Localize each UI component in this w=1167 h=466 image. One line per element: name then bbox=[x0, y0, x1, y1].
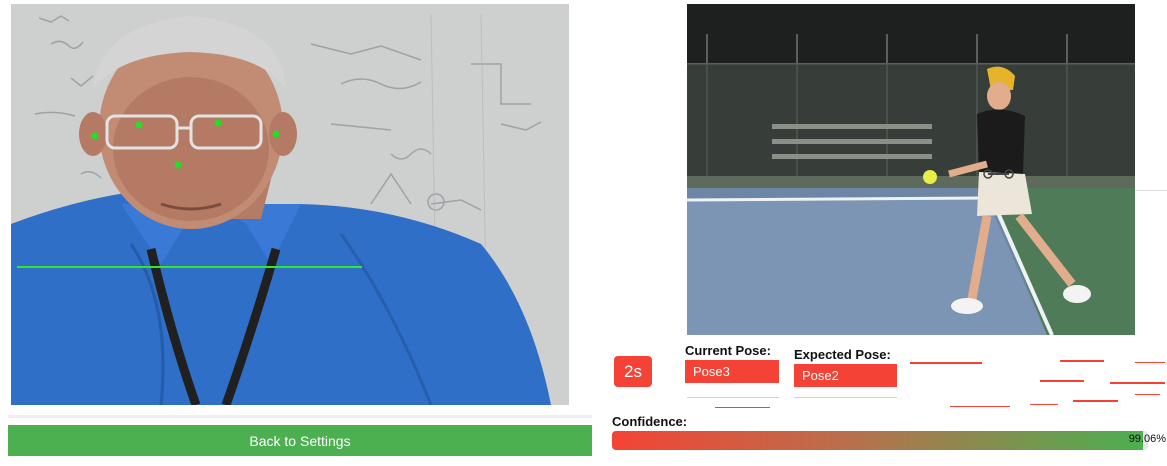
render-artifact bbox=[1030, 404, 1058, 405]
reference-video bbox=[687, 4, 1135, 335]
expected-pose-value: Pose2 bbox=[794, 364, 897, 387]
render-artifact bbox=[1040, 380, 1084, 382]
landmark-left-eye bbox=[135, 121, 143, 129]
confidence-value: 99.06% bbox=[1128, 433, 1166, 445]
landmark-right-ear bbox=[272, 130, 280, 138]
divider bbox=[687, 397, 779, 398]
render-artifact bbox=[1073, 400, 1118, 402]
tennis-scene bbox=[687, 4, 1135, 335]
render-artifact bbox=[1110, 382, 1165, 384]
confidence-label: Confidence: bbox=[612, 414, 688, 429]
render-artifact bbox=[1135, 362, 1165, 363]
confidence-progress-fill bbox=[612, 431, 1143, 450]
render-artifact bbox=[910, 362, 982, 364]
confidence-progress-bar bbox=[612, 431, 1148, 450]
render-artifact bbox=[950, 406, 1010, 407]
back-to-settings-button[interactable]: Back to Settings bbox=[8, 425, 592, 456]
person-silhouette bbox=[11, 16, 551, 405]
landmark-right-eye bbox=[214, 119, 222, 127]
landmark-left-ear bbox=[91, 132, 99, 140]
render-artifact bbox=[715, 407, 770, 408]
divider bbox=[794, 397, 897, 398]
divider bbox=[1135, 190, 1167, 191]
countdown-timer: 2s bbox=[614, 356, 652, 387]
expected-pose-label: Expected Pose: bbox=[794, 347, 891, 362]
divider bbox=[8, 415, 592, 418]
pose-trainer-app: Back to Settings 2s Current Pose: Pose3 … bbox=[0, 0, 1167, 466]
shoulder-line bbox=[17, 266, 362, 268]
current-pose-value: Pose3 bbox=[685, 360, 779, 383]
render-artifact bbox=[1135, 394, 1160, 395]
webcam-feed bbox=[11, 4, 569, 405]
render-artifact bbox=[1060, 360, 1104, 362]
landmark-nose bbox=[174, 161, 182, 169]
current-pose-label: Current Pose: bbox=[685, 343, 771, 358]
